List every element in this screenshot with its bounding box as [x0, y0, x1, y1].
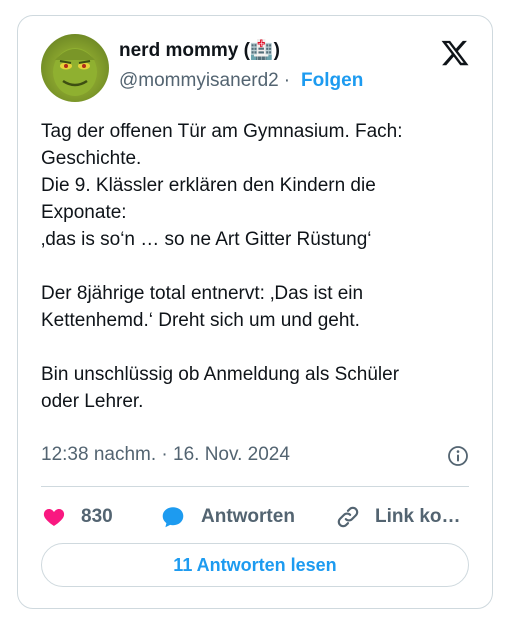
tweet-timestamp[interactable]: 12:38 nachm. · 16. Nov. 2024: [41, 444, 290, 466]
reply-label: Antworten: [201, 506, 295, 527]
grinch-avatar-image: [53, 48, 97, 96]
tweet-text: Tag der offenen Tür am Gymnasium. Fach: …: [41, 121, 403, 412]
tweet-card: nerd mommy (🏥) @mommyisanerd2 · Folgen T…: [17, 15, 493, 609]
user-name-row: nerd mommy (🏥): [119, 38, 280, 62]
link-icon: [337, 506, 359, 528]
user-name[interactable]: nerd mommy (🏥): [119, 38, 280, 62]
user-handle-row: @mommyisanerd2 · Folgen: [119, 70, 363, 92]
info-icon[interactable]: [446, 444, 470, 468]
speech-bubble-icon: [162, 507, 184, 528]
read-replies-button[interactable]: 11 Antworten lesen: [41, 543, 469, 587]
heart-icon: [43, 509, 65, 526]
separator-dot: ·: [283, 70, 291, 91]
copy-link-button[interactable]: Link ko…: [335, 504, 461, 530]
user-handle[interactable]: @mommyisanerd2: [119, 70, 279, 92]
action-bar: 830 Antworten Link ko…: [41, 498, 469, 536]
follow-button[interactable]: Folgen: [301, 70, 363, 92]
like-button[interactable]: 830: [41, 505, 159, 529]
avatar[interactable]: [41, 34, 109, 102]
reply-button[interactable]: Antworten: [159, 504, 335, 530]
like-count: 830: [81, 506, 113, 527]
link-label: Link ko…: [375, 506, 461, 527]
x-logo-icon[interactable]: [440, 38, 470, 68]
divider: [41, 486, 469, 487]
